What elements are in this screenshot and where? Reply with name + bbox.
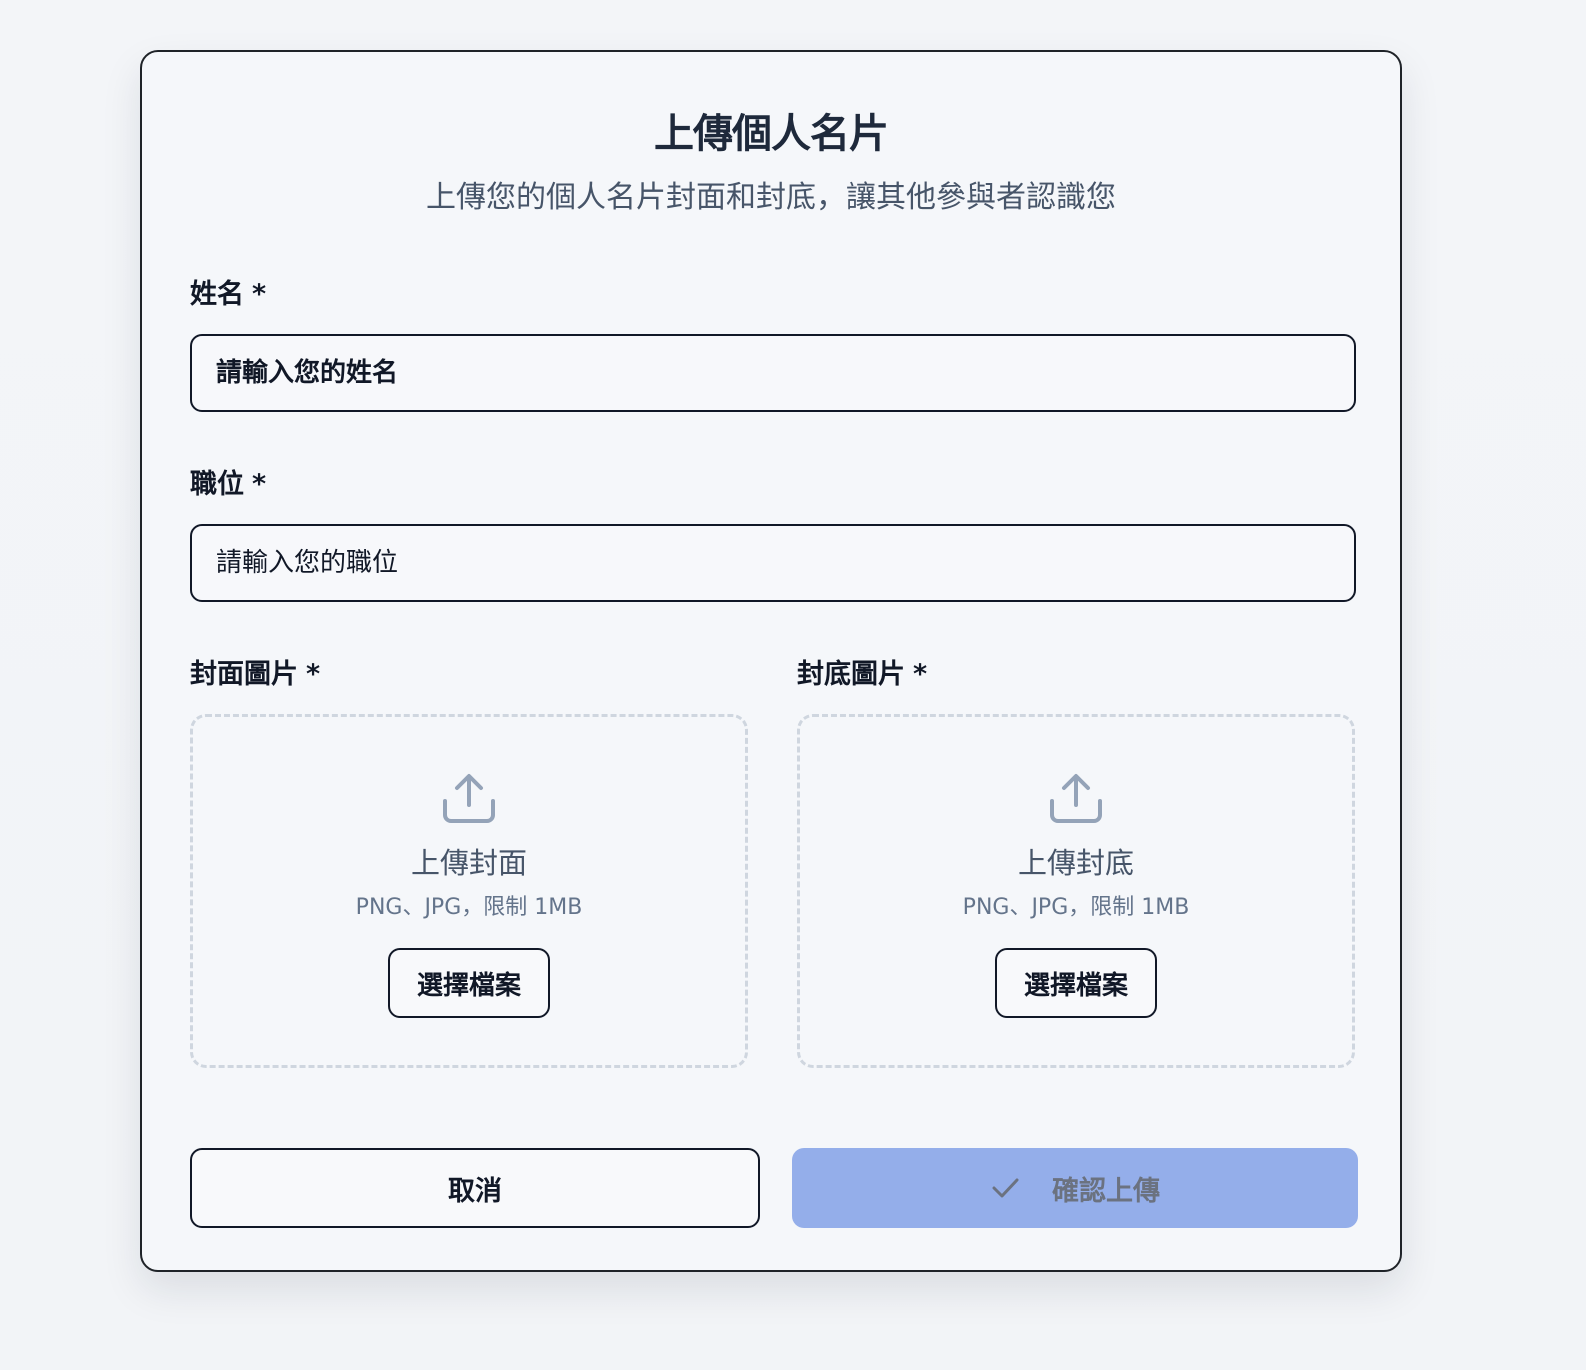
back-upload-title: 上傳封底 xyxy=(1017,846,1134,880)
front-image-dropzone[interactable]: 上傳封面 PNG、JPG，限制 1MB 選擇檔案 xyxy=(190,714,748,1068)
front-image-label: 封面圖片 * xyxy=(190,658,320,692)
confirm-upload-button[interactable]: 確認上傳 xyxy=(792,1148,1358,1228)
upload-icon xyxy=(443,774,495,823)
upload-card: 上傳個人名片 上傳您的個人名片封面和封底，讓其他參與者認識您 姓名 * 職位 * 封… xyxy=(140,50,1402,1272)
page-subtitle: 上傳您的個人名片封面和封底，讓其他參與者認識您 xyxy=(426,180,1116,215)
back-image-label: 封底圖片 * xyxy=(797,658,927,692)
name-label: 姓名 * xyxy=(190,278,266,312)
confirm-upload-label: 確認上傳 xyxy=(1052,1175,1160,1207)
position-label: 職位 * xyxy=(190,468,266,502)
check-icon xyxy=(992,1178,1019,1198)
position-input[interactable] xyxy=(190,524,1356,602)
upload-icon xyxy=(1050,774,1102,823)
name-label-text: 姓名 xyxy=(190,279,244,310)
name-input[interactable] xyxy=(190,334,1356,412)
cancel-button[interactable]: 取消 xyxy=(190,1148,760,1228)
required-mark: * xyxy=(913,659,928,690)
front-upload-hint: PNG、JPG，限制 1MB xyxy=(355,895,583,920)
required-mark: * xyxy=(306,659,321,690)
page-title: 上傳個人名片 xyxy=(654,111,889,157)
front-choose-file-button[interactable]: 選擇檔案 xyxy=(388,948,550,1018)
back-choose-file-button[interactable]: 選擇檔案 xyxy=(995,948,1157,1018)
back-image-label-text: 封底圖片 xyxy=(797,659,905,690)
front-image-label-text: 封面圖片 xyxy=(190,659,298,690)
required-mark: * xyxy=(252,469,267,500)
back-upload-hint: PNG、JPG，限制 1MB xyxy=(962,895,1190,920)
required-mark: * xyxy=(252,279,267,310)
front-upload-title: 上傳封面 xyxy=(410,846,527,880)
back-image-dropzone[interactable]: 上傳封底 PNG、JPG，限制 1MB 選擇檔案 xyxy=(797,714,1355,1068)
position-label-text: 職位 xyxy=(190,469,244,500)
